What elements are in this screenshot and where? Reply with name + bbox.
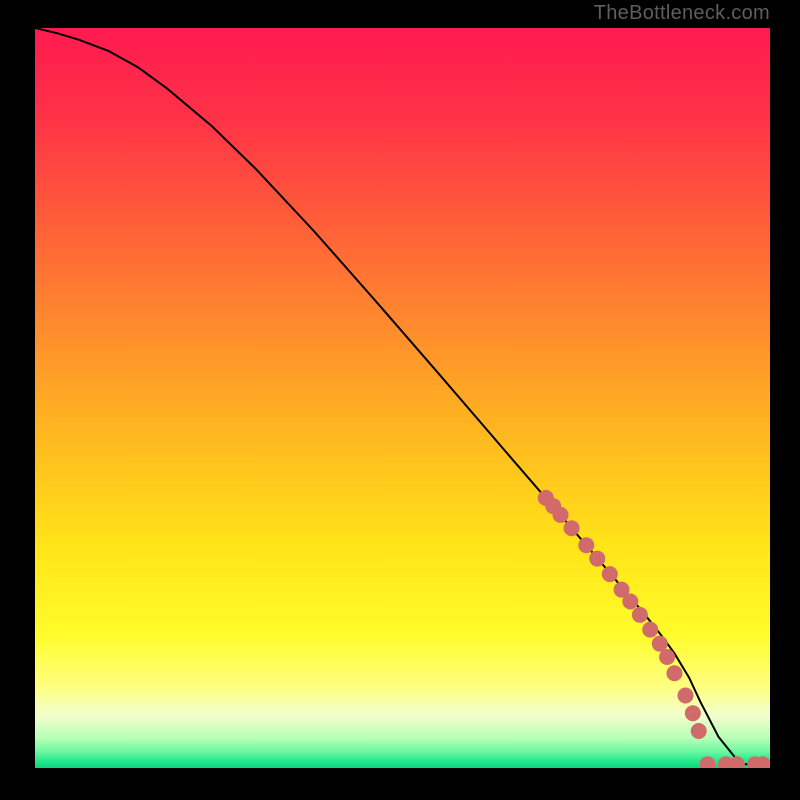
data-point — [553, 507, 569, 523]
data-point — [564, 520, 580, 536]
data-point — [578, 537, 594, 553]
attribution-text: TheBottleneck.com — [594, 2, 770, 25]
data-point — [659, 649, 675, 665]
data-point — [589, 551, 605, 567]
data-point — [685, 705, 701, 721]
chart-stage: TheBottleneck.com — [0, 0, 800, 800]
plot-area — [35, 28, 770, 768]
data-point — [622, 594, 638, 610]
data-point — [632, 607, 648, 623]
data-point — [602, 566, 618, 582]
data-point — [691, 723, 707, 739]
data-point — [666, 665, 682, 681]
data-point — [642, 622, 658, 638]
data-point — [677, 687, 693, 703]
bottleneck-plot — [35, 28, 770, 768]
